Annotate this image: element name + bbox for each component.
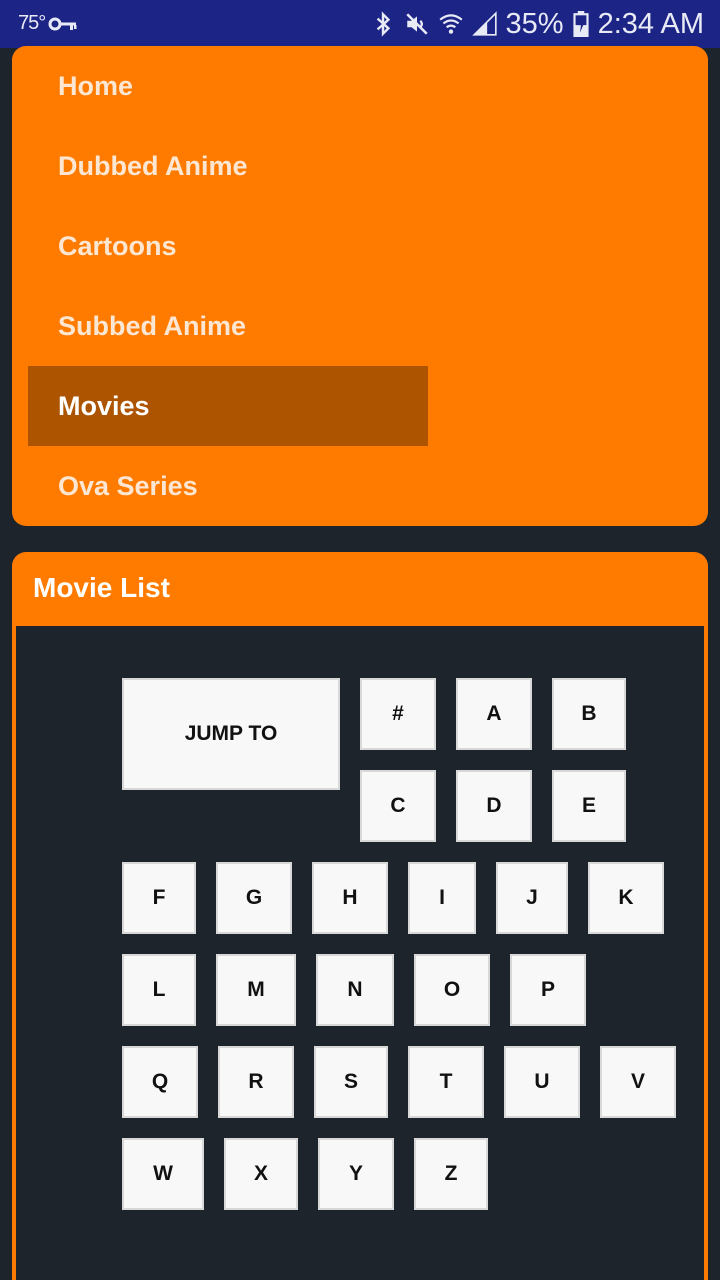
battery-percent: 35% [505, 7, 564, 40]
letter-key-b[interactable]: B [552, 678, 626, 750]
letter-key-a[interactable]: A [456, 678, 532, 750]
temperature-text: 75° [18, 12, 46, 34]
key-icon [48, 17, 77, 31]
wifi-icon [439, 14, 463, 34]
nav-item-label: Ova Series [58, 470, 198, 501]
letter-key-x[interactable]: X [224, 1138, 298, 1210]
letter-key-e[interactable]: E [552, 770, 626, 842]
clock-text: 2:34 AM [597, 7, 704, 40]
signal-icon [471, 11, 497, 36]
letter-key-h[interactable]: H [312, 862, 388, 934]
letter-key-k[interactable]: K [588, 862, 664, 934]
status-bar: 75° 35% 2:34 AM [0, 0, 720, 48]
letter-key-u[interactable]: U [504, 1046, 580, 1118]
letter-key-r[interactable]: R [218, 1046, 294, 1118]
mute-icon [405, 13, 428, 35]
letter-key-f[interactable]: F [122, 862, 196, 934]
letter-key-j[interactable]: J [496, 862, 568, 934]
nav-item-label: Home [58, 70, 134, 101]
letter-key-y[interactable]: Y [318, 1138, 394, 1210]
letter-key-w[interactable]: W [122, 1138, 204, 1210]
letter-key-v[interactable]: V [600, 1046, 676, 1118]
letter-key-l[interactable]: L [122, 954, 196, 1026]
letter-key-m[interactable]: M [216, 954, 296, 1026]
nav-item-home[interactable]: Home [28, 46, 428, 126]
letter-key-p[interactable]: P [510, 954, 586, 1026]
jump-to-button[interactable]: JUMP TO [122, 678, 340, 790]
letter-key-o[interactable]: O [414, 954, 490, 1026]
letter-key-q[interactable]: Q [122, 1046, 198, 1118]
letter-key-hash[interactable]: # [360, 678, 436, 750]
letter-key-c[interactable]: C [360, 770, 436, 842]
nav-item-ova-series[interactable]: Ova Series [28, 446, 428, 526]
nav-item-label: Subbed Anime [58, 310, 247, 341]
nav-item-cartoons[interactable]: Cartoons [28, 206, 428, 286]
letter-key-n[interactable]: N [316, 954, 394, 1026]
letter-key-i[interactable]: I [408, 862, 476, 934]
bluetooth-icon [376, 11, 390, 37]
alphabet-panel: JUMP TO # A B C D E F G H I J K L M N O … [16, 626, 704, 1280]
letter-key-d[interactable]: D [456, 770, 532, 842]
letter-key-t[interactable]: T [408, 1046, 484, 1118]
nav-item-label: Cartoons [58, 230, 177, 261]
nav-menu: Home Dubbed Anime Cartoons Subbed Anime … [12, 46, 708, 526]
battery-icon [573, 11, 589, 37]
letter-key-g[interactable]: G [216, 862, 292, 934]
nav-item-label: Dubbed Anime [58, 150, 248, 181]
nav-item-dubbed-anime[interactable]: Dubbed Anime [28, 126, 428, 206]
movie-list-card: Movie List JUMP TO # A B C D E F G H I J… [12, 552, 708, 1280]
letter-key-s[interactable]: S [314, 1046, 388, 1118]
movie-list-title: Movie List [33, 572, 170, 603]
nav-item-movies[interactable]: Movies [28, 366, 428, 446]
letter-key-z[interactable]: Z [414, 1138, 488, 1210]
nav-item-label: Movies [58, 390, 150, 421]
nav-item-subbed-anime[interactable]: Subbed Anime [28, 286, 428, 366]
